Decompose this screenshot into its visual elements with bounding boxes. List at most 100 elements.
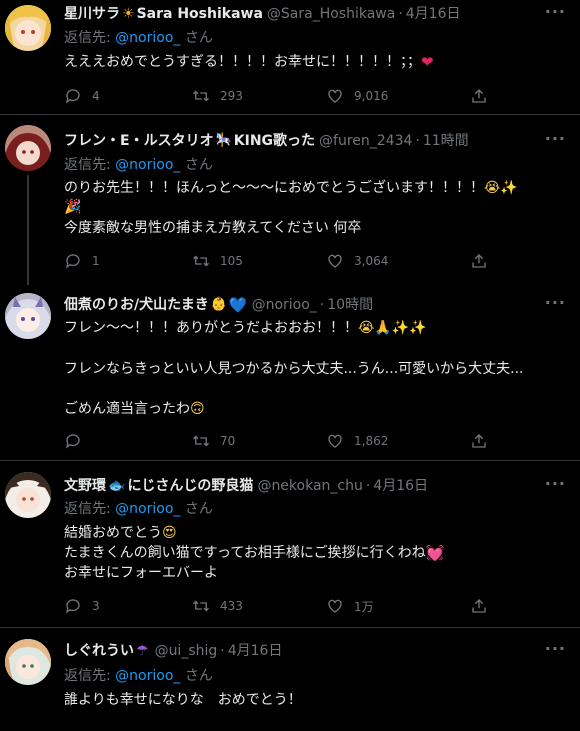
- tweet-text-line: お幸せにフォーエバーよ: [64, 565, 218, 581]
- share-button[interactable]: [470, 251, 488, 271]
- retweet-button[interactable]: 433: [192, 596, 243, 616]
- more-icon[interactable]: ···: [545, 293, 566, 312]
- timestamp[interactable]: 4月16日: [406, 4, 461, 24]
- timestamp[interactable]: 4月16日: [373, 476, 428, 496]
- heart-eyes-emoji: 😍: [162, 525, 177, 541]
- display-name[interactable]: 文野環: [64, 476, 106, 496]
- reply-button[interactable]: 1: [64, 251, 100, 271]
- carousel-emoji: 🎠: [215, 133, 232, 148]
- blue-heart-emoji: 💙: [228, 296, 248, 314]
- like-button[interactable]: 3,064: [326, 251, 388, 271]
- separator-dot: ·: [365, 478, 371, 494]
- action-bar: 3 433 1万: [64, 596, 504, 616]
- separator-dot: ·: [319, 297, 325, 313]
- more-icon[interactable]: ···: [545, 129, 566, 148]
- tweet[interactable]: 佃煮のりお/犬山たまき 👶 💙 @norioo_ · 10時間 ··· フレン〜…: [0, 285, 580, 461]
- tweet[interactable]: しぐれうい ☂ @ui_shig · 4月16日 ··· 返信先: @norio…: [0, 628, 580, 731]
- tweet-text-line: ごめん適当言ったわ🙃: [64, 399, 568, 419]
- retweet-count: 293: [220, 89, 243, 103]
- reply-mention[interactable]: @norioo_: [115, 157, 180, 173]
- display-name[interactable]: フレン・E・ルスタリオ: [64, 131, 214, 151]
- reply-prefix: 返信先:: [64, 668, 111, 684]
- reply-icon: [65, 89, 80, 104]
- reply-to: 返信先: @norioo_ さん: [64, 499, 213, 519]
- retweet-icon: [193, 600, 209, 612]
- tweet-text-line: 🎉: [64, 197, 568, 217]
- display-name-suffix[interactable]: Sara Hoshikawa: [137, 4, 263, 24]
- separator-dot: ·: [398, 6, 403, 22]
- avatar[interactable]: [5, 639, 51, 685]
- reply-button[interactable]: 3: [64, 596, 100, 616]
- user-handle[interactable]: @ui_shig: [155, 641, 218, 661]
- thread-line: [27, 175, 29, 285]
- crying-emoji: 😭: [484, 180, 501, 196]
- avatar[interactable]: [5, 125, 51, 171]
- retweet-icon: [193, 255, 209, 267]
- display-name[interactable]: 佃煮のりお/犬山たまき: [64, 295, 209, 315]
- sparkles-emoji: ✨: [500, 180, 518, 196]
- avatar[interactable]: [5, 472, 51, 518]
- avatar[interactable]: [5, 293, 51, 339]
- tweet-text-line: 誰よりも幸せになりな おめでとう！: [64, 692, 302, 708]
- reply-mention[interactable]: @norioo_: [115, 30, 180, 46]
- display-name[interactable]: 星川サラ: [64, 4, 120, 24]
- reply-button[interactable]: [64, 431, 92, 451]
- share-icon: [472, 434, 486, 448]
- like-icon: [328, 434, 342, 448]
- reply-to: 返信先: @norioo_ さん: [64, 666, 213, 686]
- tweet-text: のりお先生！！！ほんっと〜〜〜におめでとうございます！！！！😭✨: [64, 178, 568, 198]
- reply-button[interactable]: 4: [64, 86, 100, 106]
- tweet-text-line: 結婚おめでとう: [64, 525, 162, 541]
- reply-mention[interactable]: @norioo_: [115, 668, 180, 684]
- sparkles-emoji: ✨✨: [391, 320, 427, 336]
- like-button[interactable]: 1,862: [326, 431, 388, 451]
- avatar[interactable]: [5, 5, 51, 51]
- praying-emoji: 🙏: [374, 320, 392, 336]
- separator-dot: ·: [220, 643, 225, 659]
- tweet-text-line: えええおめでとうすぎる！！！！お幸せに！！！！！；；: [64, 54, 421, 70]
- retweet-button[interactable]: 105: [192, 251, 243, 271]
- share-icon: [472, 254, 486, 268]
- timestamp[interactable]: 10時間: [327, 295, 373, 315]
- share-button[interactable]: [470, 431, 488, 451]
- tweet-text-line: 今度素敵な男性の捕まえ方教えてください 何卒: [64, 218, 568, 238]
- user-handle[interactable]: @norioo_: [252, 295, 317, 315]
- tweet[interactable]: フレン・E・ルスタリオ 🎠 KING歌った @furen_2434 · 11時間…: [0, 115, 580, 285]
- display-name[interactable]: しぐれうい: [64, 641, 134, 661]
- like-count: 9,016: [354, 89, 389, 103]
- retweet-icon: [193, 435, 209, 447]
- reply-suffix: さん: [184, 501, 213, 517]
- heart-emoji: 💓: [425, 544, 445, 562]
- share-button[interactable]: [470, 596, 488, 616]
- share-button[interactable]: [470, 86, 488, 106]
- reply-mention[interactable]: @norioo_: [115, 501, 180, 517]
- reply-icon: [65, 434, 80, 449]
- user-handle[interactable]: @Sara_Hoshikawa: [267, 4, 395, 24]
- like-count: 3,064: [354, 254, 389, 268]
- retweet-count: 433: [220, 599, 243, 613]
- like-button[interactable]: 9,016: [326, 86, 388, 106]
- timestamp[interactable]: 11時間: [423, 131, 469, 151]
- tweet-text-line: ごめん適当言ったわ: [64, 401, 190, 417]
- umbrella-emoji: ☂: [136, 643, 149, 659]
- tweet-text-line: のりお先生！！！ほんっと〜〜〜におめでとうございます！！！！: [64, 180, 484, 196]
- like-count: 1万: [354, 599, 374, 614]
- separator-dot: ·: [415, 133, 420, 149]
- retweet-button[interactable]: 70: [192, 431, 235, 451]
- more-icon[interactable]: ···: [545, 639, 566, 658]
- like-button[interactable]: 1万: [326, 596, 374, 616]
- tweet[interactable]: 文野環 🐟 にじさんじの野良猫 @nekokan_chu · 4月16日 ···…: [0, 461, 580, 628]
- reply-icon: [65, 599, 80, 614]
- reply-count: 3: [92, 599, 100, 613]
- retweet-button[interactable]: 293: [192, 86, 243, 106]
- action-bar: 4 293 9,016: [64, 86, 504, 106]
- user-handle[interactable]: @furen_2434: [319, 131, 412, 151]
- display-name-suffix[interactable]: KING歌った: [234, 131, 315, 151]
- user-handle[interactable]: @nekokan_chu: [257, 476, 362, 496]
- more-icon[interactable]: ···: [545, 2, 566, 21]
- display-name-suffix[interactable]: にじさんじの野良猫: [127, 476, 253, 496]
- reply-count: 4: [92, 89, 100, 103]
- more-icon[interactable]: ···: [545, 474, 566, 493]
- tweet[interactable]: 星川サラ ☀ Sara Hoshikawa @Sara_Hoshikawa · …: [0, 0, 580, 115]
- timestamp[interactable]: 4月16日: [228, 641, 283, 661]
